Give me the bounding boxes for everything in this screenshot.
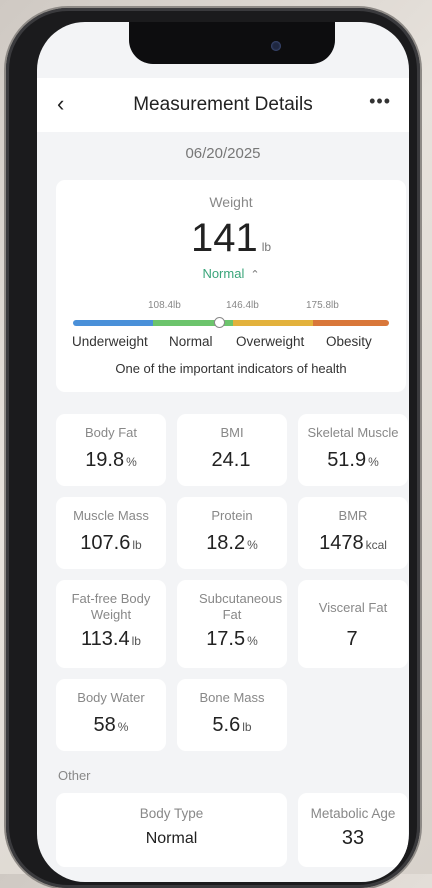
metric-label: Body Water xyxy=(77,690,145,705)
body-type-label: Body Type xyxy=(139,806,204,821)
metric-card-muscle-mass[interactable]: Muscle Mass 107.6 lb xyxy=(56,497,166,569)
metric-value: 7 xyxy=(346,628,358,650)
metric-label: Visceral Fat xyxy=(318,600,388,615)
metric-card-body-water[interactable]: Body Water 58% xyxy=(56,679,166,751)
metric-card-visceral-fat[interactable]: Visceral Fat 7 xyxy=(298,580,408,668)
metric-value-row: 107.6 lb xyxy=(56,532,166,555)
metric-value: 51.9 xyxy=(327,449,367,471)
metabolic-age-label: Metabolic Age xyxy=(310,806,396,821)
weight-value-row: 141 lb xyxy=(56,216,406,261)
metric-unit: % xyxy=(368,455,379,469)
metric-value: 17.5 xyxy=(206,628,246,650)
range-label-underweight: Underweight xyxy=(72,334,148,349)
range-label-obesity: Obesity xyxy=(326,334,372,349)
threshold-normal-overweight: 146.4lb xyxy=(226,300,259,311)
weight-value: 141 xyxy=(190,216,258,260)
metric-label: Skeletal Muscle xyxy=(307,425,399,440)
metric-card-subcutaneous-fat[interactable]: Subcutaneous Fat 17.5% xyxy=(177,580,287,668)
metric-card-bmr[interactable]: BMR 1478 kcal xyxy=(298,497,408,569)
metric-value-row: 19.8% xyxy=(56,449,166,472)
other-section-label: Other xyxy=(58,768,91,783)
metric-unit: lb xyxy=(131,634,141,648)
threshold-overweight-obesity: 175.8lb xyxy=(306,300,339,311)
scale-segment-obesity xyxy=(313,320,389,326)
metabolic-age-value: 33 xyxy=(341,827,365,849)
phone-frame: ‹ Measurement Details ••• 06/20/2025 Wei… xyxy=(6,8,420,888)
metabolic-age-card[interactable]: Metabolic Age 33 xyxy=(298,793,408,867)
metric-label: BMI xyxy=(220,425,244,440)
metric-value: 58 xyxy=(93,714,116,736)
body-type-card[interactable]: Body Type Normal xyxy=(56,793,287,867)
metric-value-row: 1478 kcal xyxy=(298,532,408,555)
metric-value-row: 113.4 lb xyxy=(56,628,166,651)
metric-value-row: 24.1 xyxy=(177,449,287,472)
metric-value-row: 7 xyxy=(298,628,408,651)
measurement-date: 06/20/2025 xyxy=(185,145,261,162)
metric-unit: kcal xyxy=(365,538,387,552)
metric-value: 5.6 xyxy=(212,714,241,736)
metric-value-row: 5.6 lb xyxy=(177,714,287,737)
metric-unit: % xyxy=(247,634,258,648)
more-icon[interactable]: ••• xyxy=(369,91,391,112)
metric-card-bmi[interactable]: BMI 24.1 xyxy=(177,414,287,486)
metric-value-row: 58% xyxy=(56,714,166,737)
camera-icon xyxy=(271,41,281,51)
threshold-underweight-normal: 108.4lb xyxy=(148,300,181,311)
metric-card-protein[interactable]: Protein 18.2% xyxy=(177,497,287,569)
weight-scale-bar xyxy=(73,320,389,326)
metric-label: BMR xyxy=(338,508,368,523)
metric-value: 1478 xyxy=(319,532,364,554)
metric-value: 18.2 xyxy=(206,532,246,554)
body-type-value: Normal xyxy=(145,830,198,847)
app-header: ‹ Measurement Details ••• xyxy=(37,78,409,132)
notch xyxy=(129,22,335,64)
metric-value: 19.8 xyxy=(85,449,125,471)
metric-unit: lb xyxy=(132,538,142,552)
metric-value-row: 51.9% xyxy=(298,449,408,472)
metric-card-body-fat[interactable]: Body Fat 19.8% xyxy=(56,414,166,486)
range-label-overweight: Overweight xyxy=(236,334,305,349)
screen: ‹ Measurement Details ••• 06/20/2025 Wei… xyxy=(37,22,409,882)
weight-card: Weight 141 lb Normal ⌃ 108.4lb 146.4lb 175… xyxy=(56,180,406,392)
metric-value: 107.6 xyxy=(80,532,131,554)
metric-value-row: 18.2% xyxy=(177,532,287,555)
metric-value: 24.1 xyxy=(211,449,251,471)
scale-segment-underweight xyxy=(73,320,153,326)
metric-label: Subcutaneous Fat xyxy=(199,591,283,622)
metric-value: 113.4 xyxy=(81,628,130,650)
range-label-normal: Normal xyxy=(169,334,213,349)
metric-label: Muscle Mass xyxy=(73,508,149,523)
chevron-up-icon: ⌃ xyxy=(250,269,260,281)
metric-label: Fat-free Body Weight xyxy=(71,591,151,622)
metric-card-skeletal-muscle[interactable]: Skeletal Muscle 51.9% xyxy=(298,414,408,486)
weight-label: Weight xyxy=(209,194,253,210)
metric-unit: lb xyxy=(242,720,252,734)
metric-unit: % xyxy=(247,538,258,552)
metric-label: Bone Mass xyxy=(199,690,265,705)
metric-card-bone-mass[interactable]: Bone Mass 5.6 lb xyxy=(177,679,287,751)
metric-unit: % xyxy=(117,720,129,734)
metric-label: Protein xyxy=(211,508,253,523)
metric-label: Body Fat xyxy=(84,425,138,440)
weight-status: Normal xyxy=(202,266,245,281)
metric-card-fat-free-body-weight[interactable]: Fat-free Body Weight 113.4 lb xyxy=(56,580,166,668)
metric-value-row: 17.5% xyxy=(177,628,287,651)
metric-unit: % xyxy=(126,455,137,469)
weight-scale-marker xyxy=(214,317,225,328)
scale-segment-overweight xyxy=(233,320,313,326)
page-title: Measurement Details xyxy=(133,94,313,115)
weight-note: One of the important indicators of healt… xyxy=(115,361,347,376)
weight-status-toggle[interactable]: Normal ⌃ xyxy=(56,266,406,281)
weight-unit: lb xyxy=(261,240,272,254)
